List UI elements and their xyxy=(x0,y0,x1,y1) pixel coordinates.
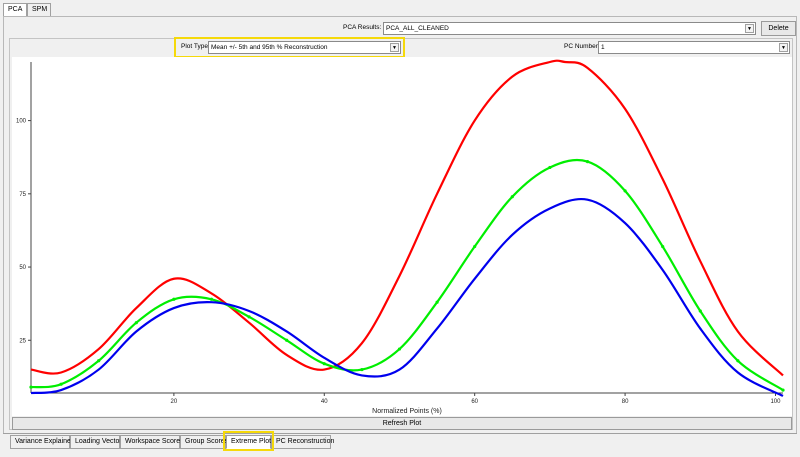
refresh-plot-button[interactable]: Refresh Plot xyxy=(12,417,792,430)
tab-label: Workspace Scores xyxy=(125,438,184,445)
series-point xyxy=(435,300,439,304)
series-point xyxy=(661,244,665,249)
plot-type-label: Plot Type xyxy=(181,43,208,50)
x-tick-label: 40 xyxy=(321,399,328,405)
series-point xyxy=(698,309,702,313)
series-point xyxy=(548,165,552,170)
chevron-down-icon: ▼ xyxy=(779,43,788,52)
tab-workspace-scores[interactable]: Workspace Scores xyxy=(120,435,184,449)
series-point xyxy=(781,388,785,392)
y-tick-label: 75 xyxy=(19,192,26,198)
chart-area: 20 40 60 80 100 25 50 75 100 Normalized Points (%… xyxy=(12,57,792,416)
series-point xyxy=(209,297,214,301)
series-point xyxy=(59,382,63,386)
x-tick-label: 60 xyxy=(471,399,478,405)
blue-series-line xyxy=(30,198,784,397)
pca-results-select[interactable]: PCA_ALL_CLEANED ▼ xyxy=(383,22,756,35)
series-point xyxy=(360,367,364,372)
delete-button[interactable]: Delete xyxy=(761,21,796,36)
pca-results-label: PCA Results: xyxy=(343,24,382,31)
series-point xyxy=(736,359,740,363)
x-tick-label: 100 xyxy=(770,399,781,405)
series-point xyxy=(510,195,514,199)
series-point xyxy=(172,297,176,301)
chevron-down-icon: ▼ xyxy=(745,24,754,33)
x-tick-label: 20 xyxy=(171,399,178,405)
tab-group-scores[interactable]: Group Scores xyxy=(180,435,229,449)
series-point xyxy=(97,359,101,363)
tab-variance-explained[interactable]: Variance Explained xyxy=(10,435,75,449)
red-series-line xyxy=(30,59,784,377)
extreme-plot-chart: 20 40 60 80 100 25 50 75 100 Normalized Points (%… xyxy=(16,59,785,415)
pc-number-select[interactable]: 1 ▼ xyxy=(598,41,790,54)
series-point xyxy=(247,315,251,319)
series-point xyxy=(29,385,33,389)
plot-type-select[interactable]: Mean +/- 5th and 95th % Reconstruction ▼ xyxy=(208,41,401,54)
tab-label: Group Scores xyxy=(185,438,229,445)
tab-pc-reconstruction[interactable]: PC Reconstruction xyxy=(271,435,335,449)
tab-label: Variance Explained xyxy=(15,438,75,445)
tab-pca[interactable]: PCA xyxy=(3,3,27,17)
refresh-plot-label: Refresh Plot xyxy=(382,420,422,427)
tab-label: Loading Vector xyxy=(75,438,122,445)
pc-number-value: 1 xyxy=(601,44,605,51)
y-tick-label: 25 xyxy=(19,338,26,344)
bottom-divider xyxy=(3,433,797,434)
delete-button-label: Delete xyxy=(768,25,789,32)
chevron-down-icon: ▼ xyxy=(390,43,399,52)
tab-spm-label: SPM xyxy=(32,6,48,13)
series-point xyxy=(585,159,590,164)
series-point xyxy=(397,347,402,351)
series-point xyxy=(285,338,289,342)
series-point xyxy=(322,362,326,366)
pca-results-value: PCA_ALL_CLEANED xyxy=(386,25,449,32)
tab-spm[interactable]: SPM xyxy=(27,3,51,17)
y-tick-label: 50 xyxy=(19,265,26,271)
x-tick-label: 80 xyxy=(622,399,629,405)
tab-label: PC Reconstruction xyxy=(276,438,335,445)
tab-pca-label: PCA xyxy=(8,6,23,13)
extreme-plot-tab-highlight xyxy=(223,431,274,451)
tab-loading-vector[interactable]: Loading Vector xyxy=(70,435,122,449)
series-point xyxy=(473,244,477,249)
pc-number-label: PC Number xyxy=(564,43,598,50)
x-axis-title: Normalized Points (%) xyxy=(372,408,442,415)
plot-type-value: Mean +/- 5th and 95th % Reconstruction xyxy=(211,44,328,51)
series-point xyxy=(623,189,627,193)
y-tick-label: 100 xyxy=(16,119,27,125)
series-point xyxy=(134,321,138,325)
